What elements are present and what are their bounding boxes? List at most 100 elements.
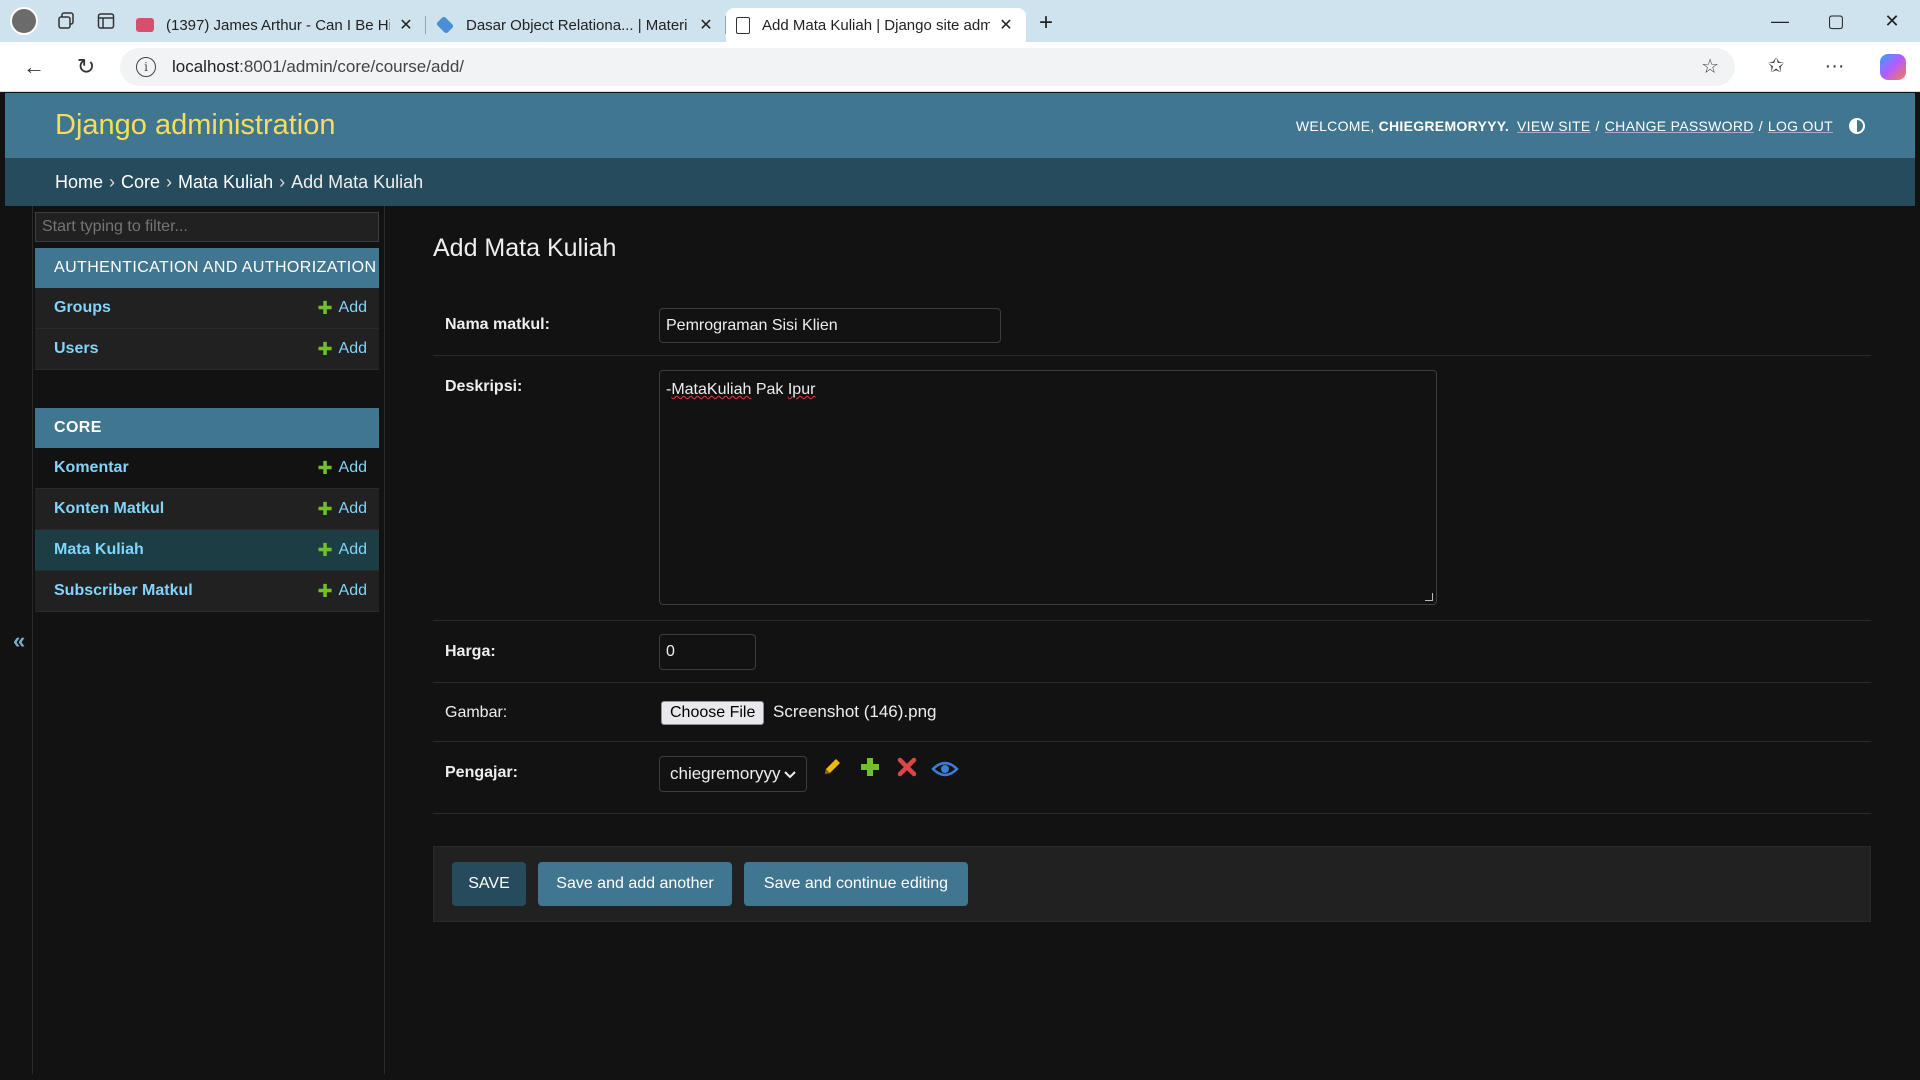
module-core: CORE Komentar ✚ Add Konten Matkul ✚ Add … (35, 408, 379, 612)
module-caption[interactable]: AUTHENTICATION AND AUTHORIZATION (35, 248, 379, 288)
browser-tab[interactable]: (1397) James Arthur - Can I Be Him ✕ (126, 8, 426, 42)
pengajar-label: Pengajar: (445, 764, 518, 781)
delete-icon[interactable] (897, 757, 917, 783)
deskripsi-textarea[interactable]: -MataKuliah Pak Ipur (659, 370, 1437, 605)
add-icon: ✚ (317, 338, 333, 359)
site-favicon-icon (435, 15, 455, 35)
harga-input[interactable]: 0 (659, 634, 756, 670)
breadcrumb-separator: › (279, 171, 286, 192)
breadcrumb-separator: › (109, 171, 116, 192)
model-link[interactable]: Subscriber Matkul (54, 582, 317, 600)
separator: / (1758, 117, 1763, 134)
tab-title: Dasar Object Relationa... | Materi I (466, 16, 690, 34)
chevron-down-icon (784, 764, 796, 784)
view-site-link[interactable]: VIEW SITE (1517, 118, 1591, 134)
restore-icon[interactable]: ▢ (1808, 11, 1864, 32)
pengajar-select[interactable]: chiegremoryyy (659, 756, 807, 792)
tab-actions-icon[interactable] (86, 0, 126, 42)
model-link[interactable]: Mata Kuliah (54, 541, 317, 559)
resize-handle-icon[interactable] (1425, 593, 1433, 601)
address-bar[interactable]: i localhost:8001/admin/core/course/add/ … (120, 47, 1736, 86)
site-branding[interactable]: Django administration (55, 109, 335, 142)
log-out-link[interactable]: LOG OUT (1768, 118, 1833, 134)
browser-tab-bar: (1397) James Arthur - Can I Be Him ✕ Das… (0, 0, 1920, 42)
window-controls: — ▢ ✕ (1752, 11, 1920, 32)
eye-icon[interactable] (931, 758, 959, 784)
page-title: Add Mata Kuliah (433, 234, 617, 262)
sidebar-item-users: Users ✚ Add (35, 329, 379, 370)
breadcrumb-mata-kuliah[interactable]: Mata Kuliah (178, 172, 273, 193)
add-link[interactable]: Add (339, 541, 367, 559)
nav-sidebar: AUTHENTICATION AND AUTHORIZATION Groups … (33, 206, 385, 1074)
close-tab-icon[interactable]: ✕ (696, 15, 716, 35)
tab-title: (1397) James Arthur - Can I Be Him (166, 16, 390, 34)
sidebar-item-komentar: Komentar ✚ Add (35, 448, 379, 489)
more-options-icon[interactable]: ··· (1808, 55, 1862, 78)
profile-avatar[interactable] (10, 7, 38, 35)
plus-icon[interactable] (859, 756, 881, 784)
gambar-label: Gambar: (445, 704, 508, 721)
add-icon: ✚ (317, 297, 333, 318)
text-fragment: MataKuliah (671, 381, 752, 398)
module-caption[interactable]: CORE (35, 408, 379, 448)
form-row-pengajar: Pengajar: chiegremoryyy (433, 742, 1871, 814)
model-link[interactable]: Groups (54, 299, 317, 317)
breadcrumb-current: Add Mata Kuliah (291, 171, 424, 192)
reload-icon[interactable]: ↻ (60, 54, 112, 80)
model-link[interactable]: Users (54, 340, 317, 358)
sidebar-item-subscriber-matkul: Subscriber Matkul ✚ Add (35, 571, 379, 612)
username: CHIEGREMORYYY. (1378, 117, 1510, 134)
pencil-icon[interactable] (821, 756, 843, 784)
back-icon[interactable]: ← (8, 54, 60, 80)
module-auth: AUTHENTICATION AND AUTHORIZATION Groups … (35, 248, 379, 370)
sidebar-item-mata-kuliah: Mata Kuliah ✚ Add (35, 530, 379, 571)
sidebar-item-groups: Groups ✚ Add (35, 288, 379, 329)
browser-tab[interactable]: Dasar Object Relationa... | Materi I ✕ (426, 8, 726, 42)
content-area: « AUTHENTICATION AND AUTHORIZATION Group… (5, 206, 1915, 1074)
browser-toolbar: ← ↻ i localhost:8001/admin/core/course/a… (0, 42, 1920, 92)
url-text: localhost:8001/admin/core/course/add/ (172, 57, 1701, 77)
close-tab-icon[interactable]: ✕ (996, 15, 1016, 35)
add-link[interactable]: Add (339, 459, 367, 477)
minimize-icon[interactable]: — (1752, 11, 1808, 32)
choose-file-button[interactable]: Choose File (661, 701, 765, 725)
collapse-sidebar-icon[interactable]: « (13, 628, 25, 654)
new-tab-button[interactable]: + (1026, 9, 1066, 37)
admin-header: Django administration WELCOME, CHIEGREMO… (5, 93, 1915, 158)
save-button[interactable]: SAVE (452, 862, 526, 906)
model-link[interactable]: Konten Matkul (54, 500, 317, 518)
add-link[interactable]: Add (339, 299, 367, 317)
site-info-icon[interactable]: i (136, 56, 156, 77)
favorite-star-icon[interactable]: ☆ (1701, 54, 1719, 79)
nama-matkul-input[interactable]: Pemrograman Sisi Klien (659, 308, 1001, 343)
form-row-nama: Nama matkul: Pemrograman Sisi Klien (433, 294, 1871, 356)
nav-filter-input[interactable] (35, 212, 379, 242)
add-link[interactable]: Add (339, 582, 367, 600)
model-link[interactable]: Komentar (54, 459, 317, 477)
save-and-add-another-button[interactable]: Save and add another (538, 862, 732, 906)
form-row-harga: Harga: 0 (433, 621, 1871, 683)
close-tab-icon[interactable]: ✕ (396, 15, 416, 35)
tab-title: Add Mata Kuliah | Django site adm (762, 16, 990, 34)
add-link[interactable]: Add (339, 500, 367, 518)
deskripsi-text: -MataKuliah Pak Ipur (666, 381, 815, 399)
favorites-icon[interactable]: ✩ (1749, 53, 1803, 78)
separator: / (1595, 117, 1600, 134)
change-password-link[interactable]: CHANGE PASSWORD (1605, 118, 1754, 134)
selected-file-name: Screenshot (146).png (773, 702, 937, 721)
breadcrumb-core[interactable]: Core (121, 172, 160, 193)
breadcrumb-home[interactable]: Home (55, 172, 103, 193)
page-favicon-icon (736, 16, 750, 34)
add-icon: ✚ (317, 580, 333, 601)
add-icon: ✚ (317, 498, 333, 519)
save-and-continue-button[interactable]: Save and continue editing (744, 862, 968, 906)
close-window-icon[interactable]: ✕ (1864, 11, 1920, 32)
add-link[interactable]: Add (339, 340, 367, 358)
browser-tab-active[interactable]: Add Mata Kuliah | Django site adm ✕ (726, 8, 1026, 42)
harga-label: Harga: (445, 643, 496, 660)
copilot-icon[interactable] (1866, 53, 1920, 80)
theme-toggle-icon[interactable] (1849, 117, 1865, 134)
text-fragment: Ipur (787, 381, 816, 398)
submit-row: SAVE Save and add another Save and conti… (433, 846, 1871, 922)
workspaces-icon[interactable] (46, 0, 86, 42)
